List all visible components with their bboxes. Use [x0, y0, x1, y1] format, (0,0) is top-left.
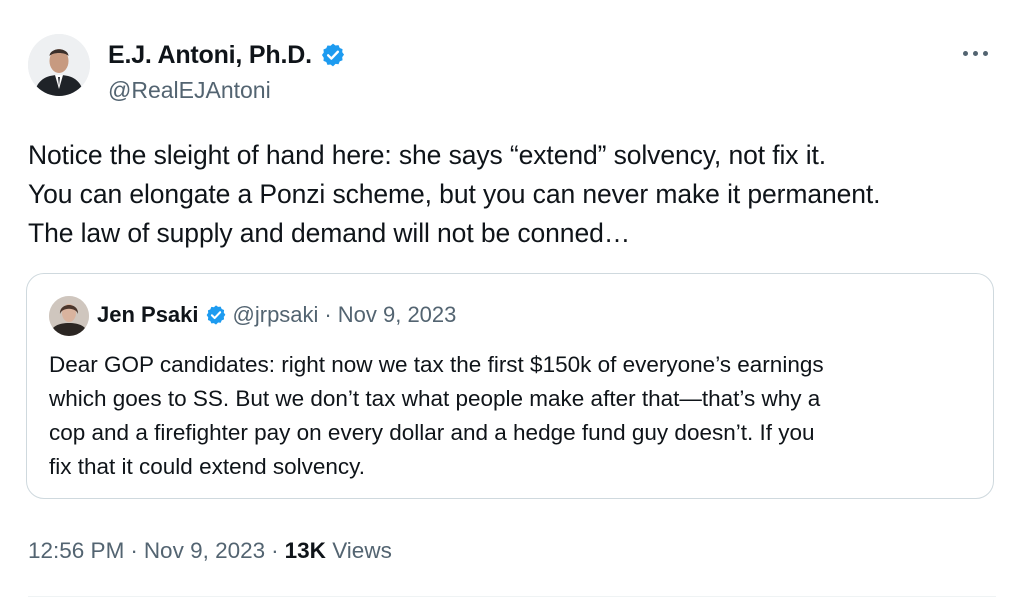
dot-icon — [962, 50, 968, 56]
quoted-author-avatar[interactable] — [49, 296, 89, 336]
quoted-post[interactable]: Jen Psaki @jrpsaki · Nov 9, 2023 Dear GO… — [26, 273, 994, 499]
author-name-row: E.J. Antoni, Ph.D. — [108, 40, 346, 70]
divider — [28, 596, 996, 597]
avatar-image — [28, 34, 90, 96]
post-text: Notice the sleight of hand here: she say… — [28, 140, 881, 248]
separator-dot: · — [130, 538, 138, 563]
dot-icon — [982, 50, 988, 56]
quoted-avatar-image — [49, 296, 89, 336]
tweet-card: E.J. Antoni, Ph.D. @RealEJAntoni Notice … — [0, 0, 1024, 600]
dot-icon — [972, 50, 978, 56]
more-options-icon[interactable] — [956, 40, 994, 66]
views-count: 13K — [284, 538, 326, 563]
author-avatar[interactable] — [28, 34, 90, 96]
quoted-date[interactable]: Nov 9, 2023 — [338, 301, 457, 329]
verified-badge-icon — [205, 304, 227, 326]
quoted-display-name[interactable]: Jen Psaki — [97, 301, 199, 329]
verified-badge-icon — [320, 42, 346, 68]
quoted-handle[interactable]: @jrpsaki — [233, 301, 319, 329]
quoted-header: Jen Psaki @jrpsaki · Nov 9, 2023 — [97, 301, 456, 329]
views-label: Views — [332, 538, 392, 563]
post-meta: 12:56 PM · Nov 9, 2023 · 13K Views — [28, 536, 392, 566]
post-time[interactable]: 12:56 PM — [28, 536, 124, 566]
author-handle[interactable]: @RealEJAntoni — [108, 76, 271, 104]
post-date[interactable]: Nov 9, 2023 — [144, 536, 265, 566]
separator-dot: · — [324, 302, 332, 327]
quoted-post-text: Dear GOP candidates: right now we tax th… — [49, 352, 824, 479]
separator-dot: · — [271, 538, 279, 563]
author-display-name[interactable]: E.J. Antoni, Ph.D. — [108, 40, 312, 70]
